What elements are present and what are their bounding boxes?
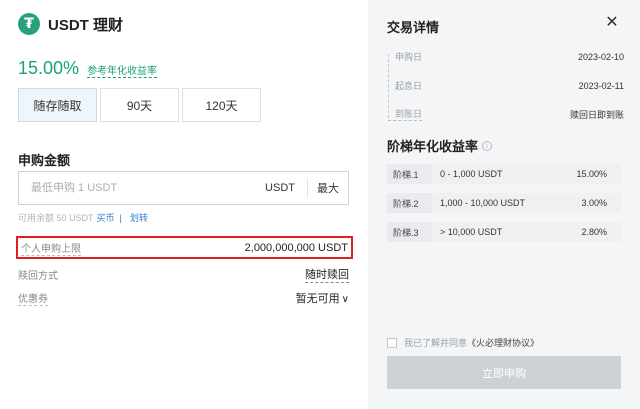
tier-row: 阶梯.1 0 - 1,000 USDT 15.00% bbox=[387, 164, 621, 184]
tier-name: 阶梯.3 bbox=[387, 222, 433, 242]
apy-value: 15.00% bbox=[18, 58, 80, 78]
subscription-form: ₮ USDT 理财 15.00% 参考年化收益率 随存随取 90天 120天 申… bbox=[0, 0, 368, 409]
close-icon[interactable]: ✕ bbox=[604, 14, 620, 30]
product-title: USDT 理财 bbox=[48, 16, 124, 34]
timeline-item-interest-start: 起息日 2023-02-11 bbox=[388, 79, 624, 92]
tier-range: 1,000 - 10,000 USDT bbox=[434, 193, 565, 213]
tier-row: 阶梯.3 > 10,000 USDT 2.80% bbox=[387, 222, 621, 242]
tier-name: 阶梯.2 bbox=[387, 193, 433, 213]
timeline-value: 赎回日即到账 bbox=[569, 109, 624, 120]
link-separator: | bbox=[119, 212, 122, 223]
info-icon[interactable]: i bbox=[482, 140, 493, 151]
apy-row: 15.00% 参考年化收益率 bbox=[18, 58, 158, 79]
tether-icon: ₮ bbox=[18, 13, 40, 35]
tier-rate: 15.00% bbox=[565, 164, 621, 184]
max-button[interactable]: 最大 bbox=[308, 180, 348, 196]
details-title: 交易详情 bbox=[387, 20, 440, 35]
redeem-method-value[interactable]: 随时赎回 bbox=[305, 266, 349, 283]
amount-section-title: 申购金额 bbox=[18, 153, 71, 168]
coupon-selector[interactable]: 暂无可用 ∨ bbox=[296, 290, 349, 306]
coupon-row: 优惠券 暂无可用 ∨ bbox=[18, 290, 349, 306]
term-option-120d[interactable]: 120天 bbox=[182, 88, 261, 122]
term-option-90d[interactable]: 90天 bbox=[100, 88, 179, 122]
tier-range: > 10,000 USDT bbox=[434, 222, 565, 242]
personal-limit-value: 2,000,000,000 USDT bbox=[244, 241, 348, 254]
amount-input[interactable] bbox=[31, 182, 266, 194]
agreement-row: 我已了解并同意 《火必理财协议》 bbox=[387, 336, 539, 349]
timeline-label: 起息日 bbox=[395, 81, 423, 91]
term-selector: 随存随取 90天 120天 bbox=[18, 88, 264, 122]
personal-limit-row: 个人申购上限 2,000,000,000 USDT bbox=[16, 236, 353, 259]
buy-coin-link[interactable]: 买币 bbox=[97, 211, 115, 224]
tier-name: 阶梯.1 bbox=[387, 164, 433, 184]
timeline-value: 2023-02-10 bbox=[577, 51, 624, 62]
tier-rate: 3.00% bbox=[565, 193, 621, 213]
personal-limit-label[interactable]: 个人申购上限 bbox=[21, 240, 81, 256]
agreement-checkbox[interactable] bbox=[387, 337, 397, 348]
product-header: ₮ USDT 理财 bbox=[18, 12, 123, 36]
tier-rate: 2.80% bbox=[565, 222, 621, 242]
transfer-link[interactable]: 划转 bbox=[130, 211, 148, 224]
timeline-label[interactable]: 到账日 bbox=[388, 107, 423, 121]
coupon-label[interactable]: 优惠券 bbox=[18, 290, 48, 306]
subscribe-button[interactable]: 立即申购 bbox=[387, 356, 621, 389]
timeline-item-arrival: 到账日 赎回日即到账 bbox=[388, 107, 624, 121]
amount-field: USDT 最大 bbox=[18, 171, 349, 205]
timeline-label: 申购日 bbox=[395, 52, 423, 62]
tier-rates-title: 阶梯年化收益率 i bbox=[387, 136, 493, 155]
term-option-flexible[interactable]: 随存随取 bbox=[18, 88, 97, 122]
agreement-text: 我已了解并同意 bbox=[404, 338, 468, 348]
redeem-method-label: 赎回方式 bbox=[18, 271, 58, 282]
available-text: 可用余额 50 USDT bbox=[18, 213, 94, 223]
apy-label[interactable]: 参考年化收益率 bbox=[87, 62, 158, 78]
tier-range: 0 - 1,000 USDT bbox=[434, 164, 565, 184]
timeline-value: 2023-02-11 bbox=[578, 80, 624, 91]
agreement-link[interactable]: 《火必理财协议》 bbox=[467, 336, 539, 349]
chevron-down-icon: ∨ bbox=[341, 294, 349, 305]
tier-row: 阶梯.2 1,000 - 10,000 USDT 3.00% bbox=[387, 193, 621, 213]
amount-unit: USDT bbox=[265, 182, 295, 194]
tier-rates-title-text: 阶梯年化收益率 bbox=[387, 139, 479, 154]
available-balance: 可用余额 50 USDT 买币 | 划转 bbox=[18, 211, 148, 224]
coupon-value: 暂无可用 bbox=[295, 293, 340, 305]
redeem-method-row: 赎回方式 随时赎回 bbox=[18, 266, 349, 283]
timeline-item-subscribe: 申购日 2023-02-10 bbox=[388, 50, 624, 63]
